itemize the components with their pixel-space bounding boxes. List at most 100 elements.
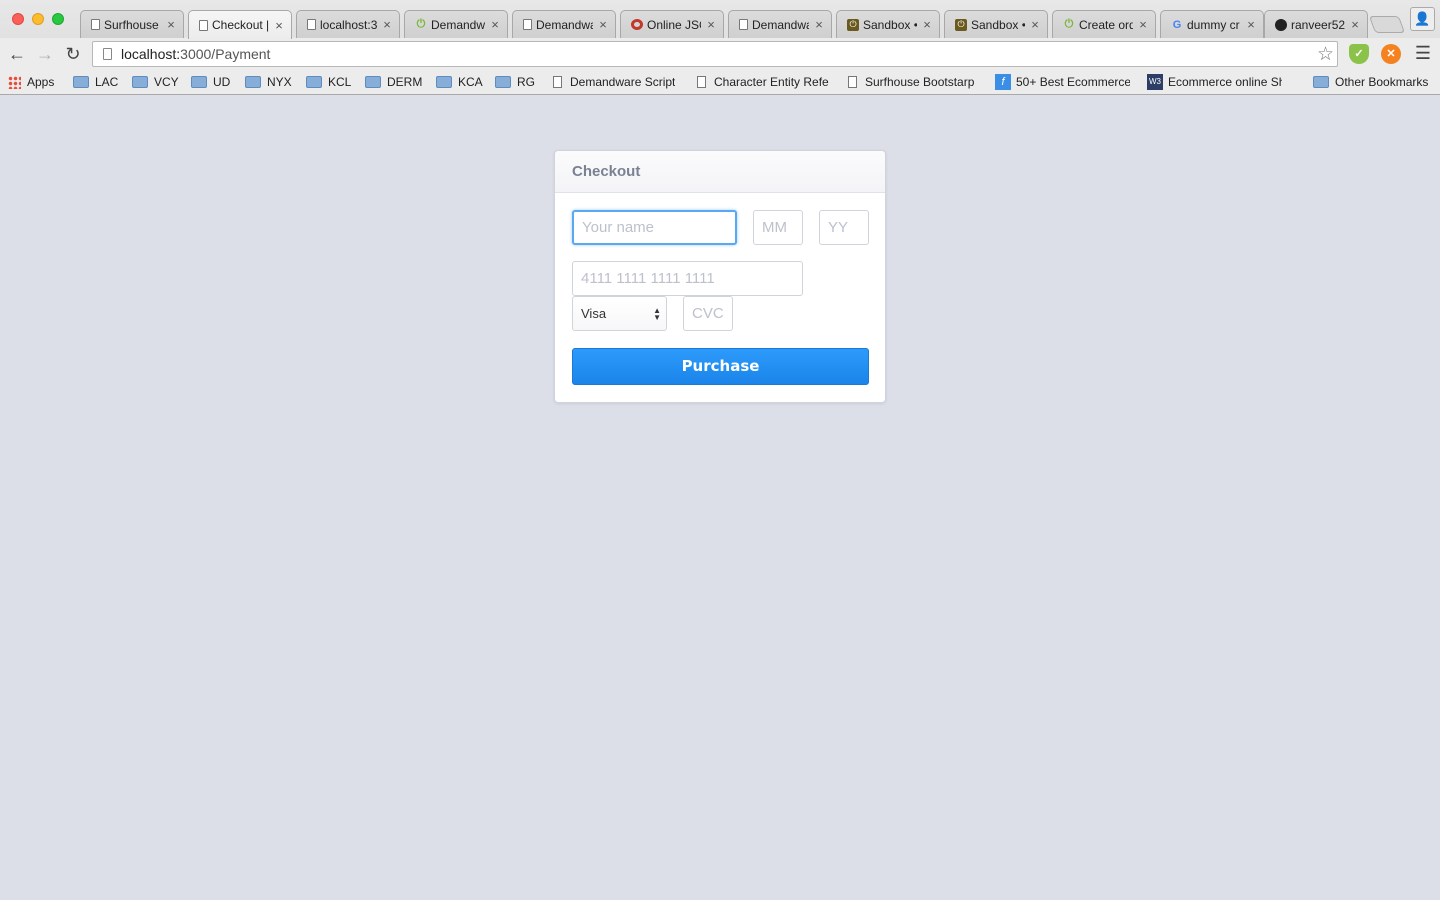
tab-demandware-1[interactable]: ⏻ Demandwa × [404,10,508,38]
tab-online-json[interactable]: Online JSO × [620,10,724,38]
bookmark-label: Apps [27,75,55,89]
bookmark-ecommerce-online[interactable]: W3 Ecommerce online Sh [1147,73,1282,91]
bookmark-label: LAC [95,75,119,89]
folder-icon [245,76,261,88]
page-icon [103,48,112,60]
bookmark-vcy[interactable]: VCY [132,73,179,91]
tab-title: Online JSO [647,17,701,32]
bookmark-kcl[interactable]: KCL [306,73,351,91]
bookmark-ud[interactable]: UD [191,73,230,91]
tab-close-icon[interactable]: × [1029,17,1041,32]
folder-icon [306,76,322,88]
tab-close-icon[interactable]: × [273,18,285,33]
tab-title: Demandwa [431,17,485,32]
forward-icon[interactable]: → [34,43,56,65]
tab-close-icon[interactable]: × [165,17,177,32]
bookmark-star-icon[interactable]: ☆ [1317,43,1334,66]
tab-title: Surfhouse [104,17,159,32]
bookmark-surfhouse-bootstrap[interactable]: Surfhouse Bootstarp [848,73,978,91]
cvc-input[interactable] [683,296,733,331]
tab-demandware-3[interactable]: Demandwa × [728,10,832,38]
tab-dummy-cc[interactable]: G dummy cr × [1160,10,1264,38]
tab-close-icon[interactable]: × [597,17,609,32]
tab-title: Demandwa [752,17,809,32]
page-icon [848,76,857,88]
bookmark-rg[interactable]: RG [495,73,535,91]
tab-sandbox-2[interactable]: ⏻ Sandbox • × [944,10,1048,38]
year-input[interactable] [819,210,869,245]
tab-close-icon[interactable]: × [1245,17,1257,32]
tab-title: Create ord [1079,17,1133,32]
bookmark-other[interactable]: Other Bookmarks [1313,73,1428,91]
tab-github[interactable]: ranveer52 × [1264,10,1368,38]
month-input[interactable] [753,210,803,245]
tab-close-icon[interactable]: × [705,17,717,32]
bookmark-label: VCY [154,75,179,89]
close-window-button[interactable] [12,13,24,25]
tab-close-icon[interactable]: × [381,17,393,32]
power-icon: ⏻ [1064,18,1074,30]
tab-title: Sandbox • [863,17,917,32]
apps-grid-icon [8,75,21,89]
github-icon [1275,18,1287,31]
page-icon [199,19,208,31]
tab-checkout[interactable]: Checkout | × [188,10,292,39]
page-icon [553,76,562,88]
reload-icon[interactable]: ↻ [62,43,84,65]
orange-extension-icon[interactable]: ✕ [1381,44,1401,64]
page-icon [91,19,100,30]
bookmark-demandware-script[interactable]: Demandware Script [553,73,675,91]
url-path: 3000/Payment [180,46,271,62]
purchase-button[interactable]: Purchase [572,348,869,385]
bookmark-apps[interactable]: Apps [8,73,54,91]
tab-title: ranveer52 [1291,17,1345,32]
menu-icon[interactable]: ☰ [1414,43,1432,64]
minimize-window-button[interactable] [32,13,44,25]
tab-close-icon[interactable]: × [489,17,501,32]
card-number-input[interactable] [572,261,803,296]
tab-close-icon[interactable]: × [813,17,825,32]
tab-title: Sandbox • [971,17,1025,32]
bookmark-label: Other Bookmarks [1335,75,1429,89]
maximize-window-button[interactable] [52,13,64,25]
bookmark-label: Ecommerce online Sh [1168,75,1282,89]
checkout-card: Checkout Visa ▲▼ Purchase [554,150,886,403]
folder-icon [73,76,89,88]
folder-icon [365,76,381,88]
page-icon [697,76,706,88]
bookmark-label: Surfhouse Bootstarp [865,75,975,89]
page-icon [307,19,316,30]
tab-localhost[interactable]: localhost:3 × [296,10,400,38]
url-text[interactable]: localhost:3000/Payment [121,46,270,62]
tab-demandware-2[interactable]: Demandwa × [512,10,616,38]
tab-surfhouse[interactable]: Surfhouse × [80,10,184,38]
card-type-select[interactable]: Visa ▲ ▼ [572,296,667,331]
tab-title: Checkout | [212,18,269,32]
address-bar[interactable]: localhost:3000/Payment ☆ [92,41,1338,67]
bookmark-character-entity[interactable]: Character Entity Refe [697,73,829,91]
bookmark-lac[interactable]: LAC [73,73,118,91]
tab-sandbox-1[interactable]: ⏻ Sandbox • × [836,10,940,38]
bookmarks-bar: Apps LAC VCY UD NYX KCL DERM KCA RG Dema… [0,70,1440,94]
bookmark-derm[interactable]: DERM [365,73,422,91]
bookmark-nyx[interactable]: NYX [245,73,292,91]
new-tab-button[interactable] [1368,16,1406,33]
w3-icon: W3 [1147,74,1163,90]
bookmark-kca[interactable]: KCA [436,73,483,91]
tab-close-icon[interactable]: × [1349,17,1361,32]
tab-create-order[interactable]: ⏻ Create ord × [1052,10,1156,38]
google-icon: G [1172,18,1182,31]
bookmark-label: NYX [267,75,292,89]
bookmark-best-ecommerce[interactable]: f 50+ Best Ecommerce [995,73,1130,91]
shield-extension-icon[interactable]: ✓ [1349,44,1369,64]
name-input[interactable] [572,210,737,245]
browser-chrome: Surfhouse × Checkout | × localhost:3 × ⏻… [0,0,1440,95]
back-icon[interactable]: ← [6,43,28,65]
profile-icon[interactable]: 👤 [1410,7,1435,31]
folder-icon [191,76,207,88]
tab-close-icon[interactable]: × [1137,17,1149,32]
folder-icon [495,76,511,88]
sandbox-icon: ⏻ [847,18,859,31]
tab-close-icon[interactable]: × [921,17,933,32]
folder-icon [436,76,452,88]
